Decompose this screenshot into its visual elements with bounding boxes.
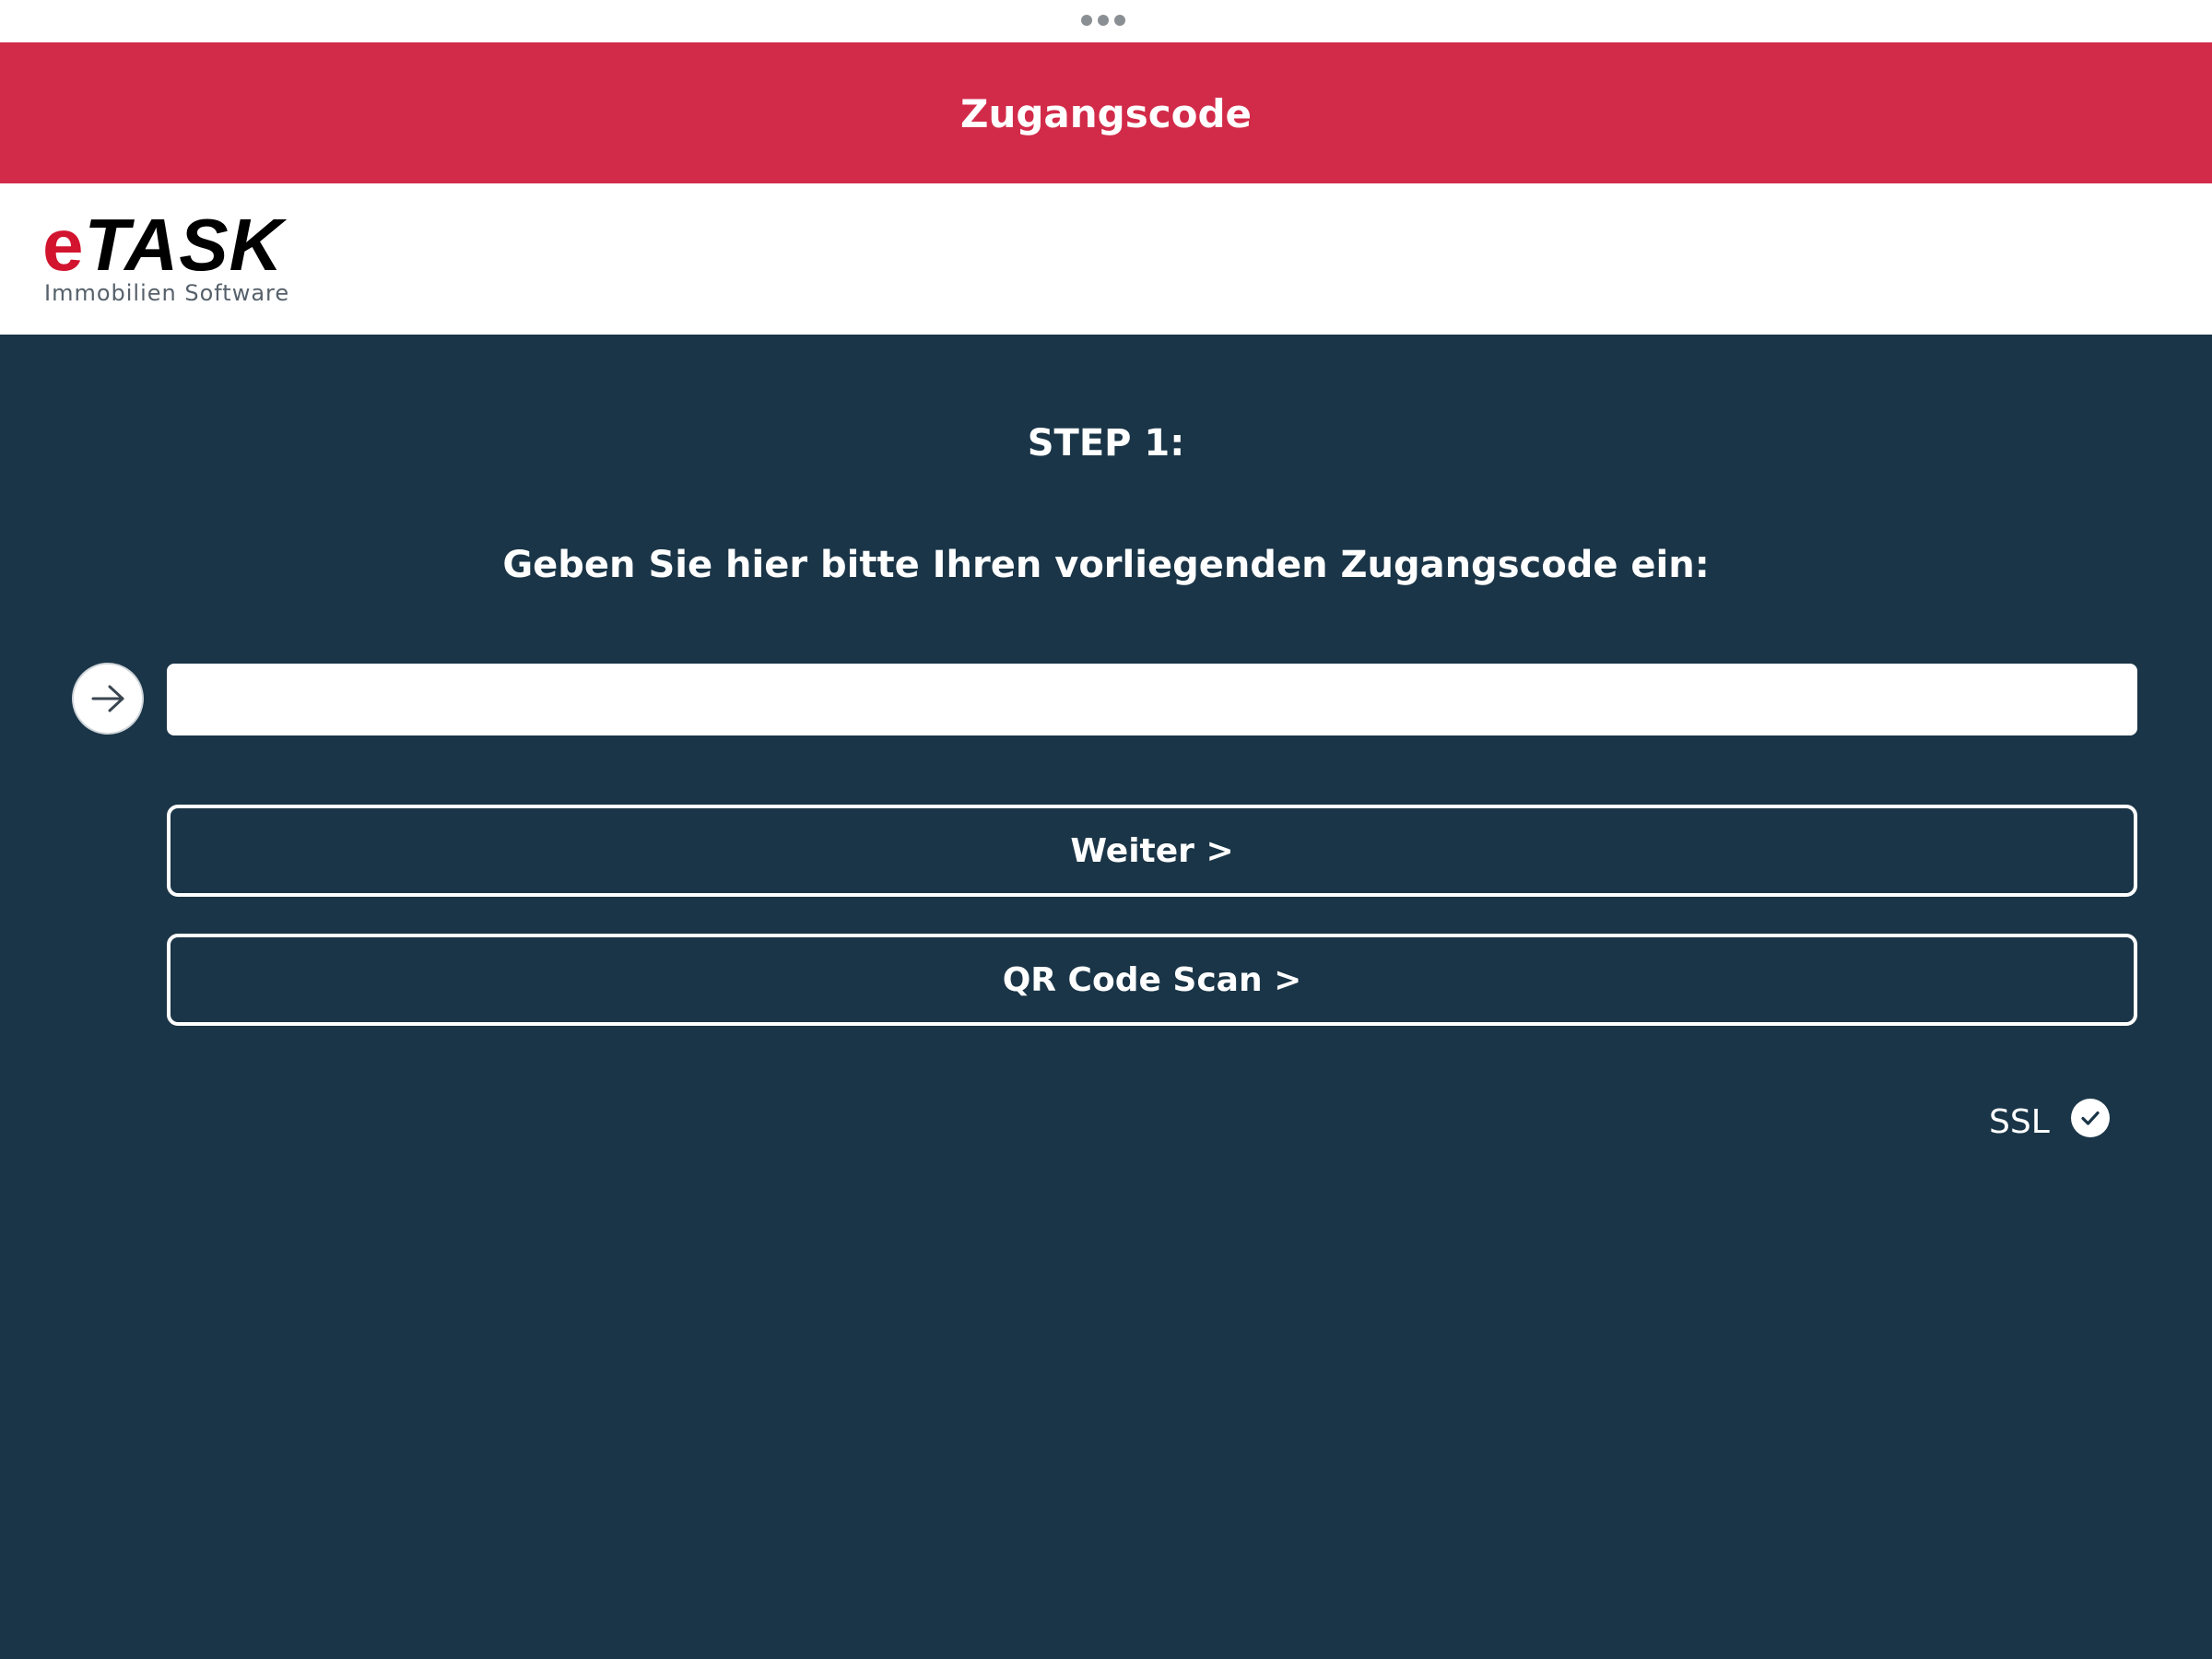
access-code-input[interactable] (167, 664, 2137, 735)
checkmark-icon (2071, 1099, 2110, 1137)
next-button[interactable]: Weiter > (167, 805, 2137, 897)
access-code-prompt: Geben Sie hier bitte Ihren vorliegenden … (502, 544, 1710, 586)
top-bar (0, 0, 2212, 42)
etask-logo: eTASK Immobilien Software (42, 208, 291, 310)
logo-tagline: Immobilien Software (44, 280, 290, 306)
ssl-label: SSL (1989, 1103, 2050, 1141)
header-bar: Zugangscode (0, 42, 2212, 183)
qr-scan-button[interactable]: QR Code Scan > (167, 934, 2137, 1026)
logo-wordmark: eTASK (42, 208, 283, 282)
logo-band (0, 183, 2212, 335)
page-title: Zugangscode (959, 91, 1253, 136)
submit-arrow-button[interactable] (72, 663, 144, 735)
more-dots-icon[interactable] (1081, 15, 1125, 26)
logo-prefix: e (42, 204, 85, 286)
arrow-right-icon (91, 685, 124, 712)
logo-word: TASK (84, 204, 284, 286)
step-label: STEP 1: (1027, 422, 1185, 465)
